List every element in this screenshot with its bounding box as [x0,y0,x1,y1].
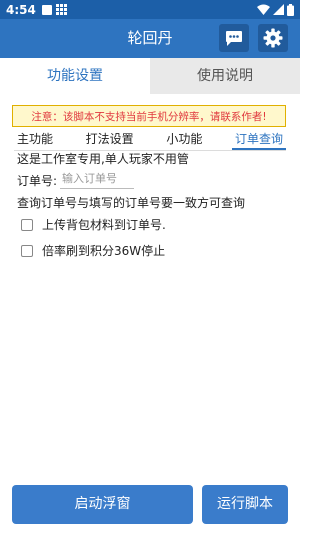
upload-materials-label: 上传背包材料到订单号. [42,218,166,232]
tab-instructions[interactable]: 使用说明 [150,58,300,94]
chat-button[interactable] [219,24,249,52]
order-number-input[interactable] [60,168,134,189]
main-tabs: 功能设置 使用说明 [0,58,300,94]
status-time: 4:54 [6,2,36,17]
stop-at-points-checkbox[interactable] [21,244,33,257]
run-script-button[interactable]: 运行脚本 [202,485,288,524]
app-bar: 轮回丹 [0,19,300,58]
app-title: 轮回丹 [127,29,173,47]
sub-tab-order-query[interactable]: 订单查询 [231,130,286,150]
wifi-icon [257,4,270,15]
settings-button[interactable] [258,24,288,52]
sub-tab-mini-functions[interactable]: 小功能 [163,130,205,150]
status-bar: 4:54 [0,0,300,19]
battery-icon [287,3,294,16]
gear-icon [263,28,283,48]
option-stop-at-points[interactable]: 倍率刷到积分36W停止 [21,242,165,259]
query-note: 查询订单号与填写的订单号要一致方可查询 [17,196,246,210]
chat-icon [226,30,242,46]
option-upload-materials[interactable]: 上传背包材料到订单号. [21,216,166,233]
sub-tab-main-function[interactable]: 主功能 [14,130,56,150]
resolution-warning: 注意：该脚本不支持当前手机分辨率，请联系作者! [12,105,286,127]
start-float-window-button[interactable]: 启动浮窗 [12,485,193,524]
signal-icon [273,4,284,15]
sub-tabs: 主功能 打法设置 小功能 订单查询 [14,130,286,150]
tab-function-settings[interactable]: 功能设置 [0,58,150,94]
order-number-label: 订单号: [17,174,58,188]
sub-tab-play-settings[interactable]: 打法设置 [83,130,137,150]
studio-note: 这是工作室专用,单人玩家不用管 [17,152,189,166]
upload-materials-checkbox[interactable] [21,218,33,231]
notification-square-icon [41,4,52,15]
stop-at-points-label: 倍率刷到积分36W停止 [42,244,166,258]
grid-icon [55,4,67,15]
